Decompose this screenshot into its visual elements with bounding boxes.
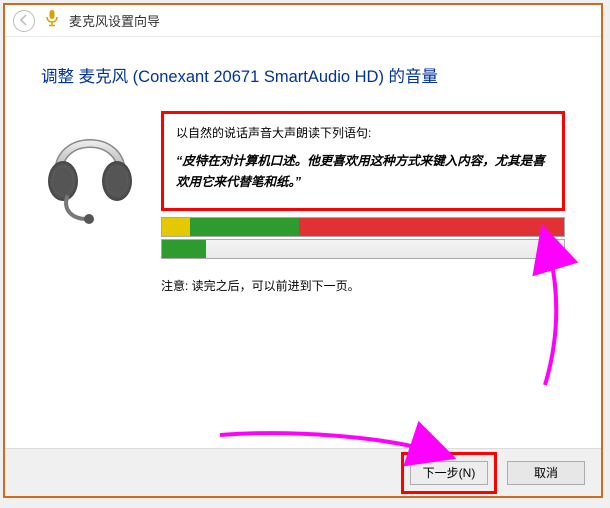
- note-text: 注意: 读完之后，可以前进到下一页。: [161, 277, 565, 294]
- titlebar: 麦克风设置向导: [5, 5, 601, 37]
- microphone-icon: [45, 9, 59, 32]
- level-segment: [190, 218, 299, 236]
- headset-image: [41, 111, 139, 230]
- page-title: 调整 麦克风 (Conexant 20671 SmartAudio HD) 的音…: [41, 63, 565, 87]
- window-title: 麦克风设置向导: [69, 11, 160, 30]
- level-segment: [299, 218, 564, 236]
- content-area: 调整 麦克风 (Conexant 20671 SmartAudio HD) 的音…: [5, 37, 601, 448]
- back-icon: [18, 13, 30, 29]
- back-button[interactable]: [13, 10, 35, 32]
- input-level-fill: [162, 240, 206, 258]
- next-button[interactable]: 下一步(N): [410, 461, 488, 485]
- reading-prompt: 以自然的说话声音大声朗读下列语句:: [176, 124, 550, 141]
- cancel-button[interactable]: 取消: [507, 461, 585, 485]
- level-segment: [162, 218, 190, 236]
- footer: 下一步(N) 取消: [5, 448, 601, 496]
- next-button-highlight: 下一步(N): [401, 452, 497, 494]
- reading-quote: “皮特在对计算机口述。他更喜欢用这种方式来键入内容，尤其是喜欢用它来代替笔和纸。…: [176, 151, 550, 194]
- input-level-meter: [161, 239, 565, 259]
- reading-box: 以自然的说话声音大声朗读下列语句: “皮特在对计算机口述。他更喜欢用这种方式来键…: [161, 111, 565, 211]
- level-meter: [161, 217, 565, 237]
